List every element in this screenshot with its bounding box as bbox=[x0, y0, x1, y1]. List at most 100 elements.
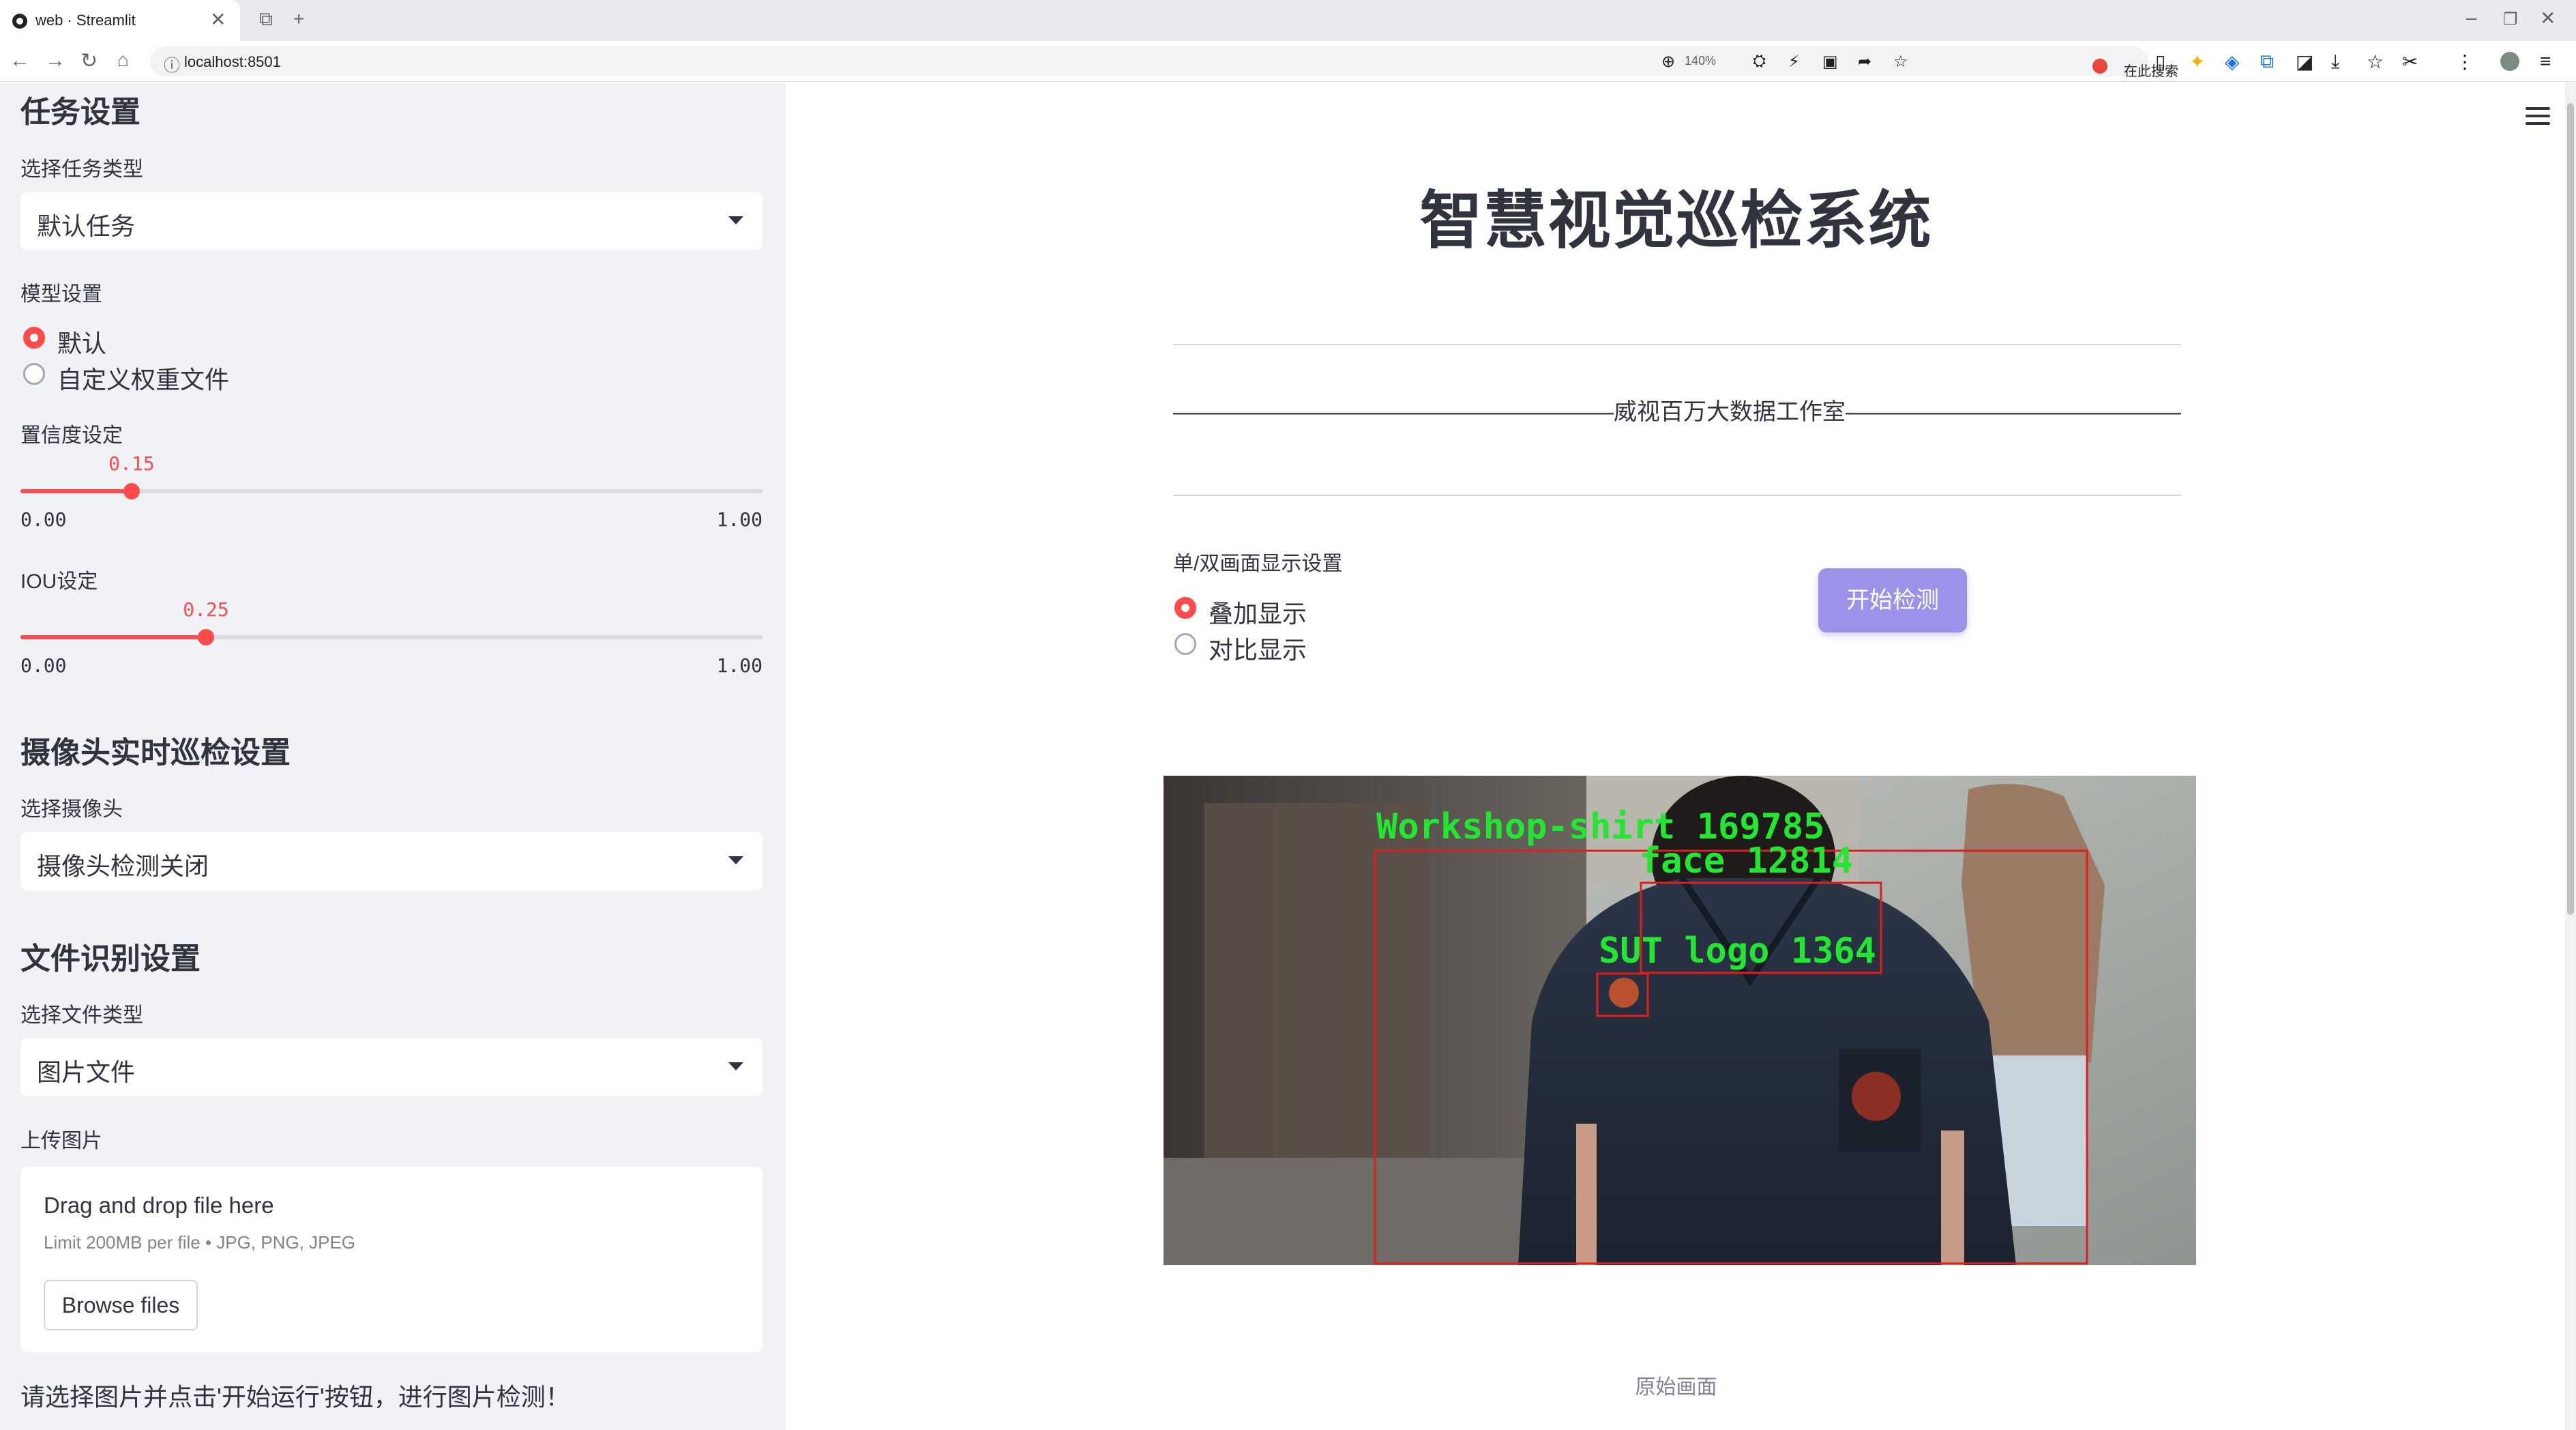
label-face: face 12814 bbox=[1640, 841, 1853, 881]
task-type-select[interactable]: 默认任务 bbox=[20, 192, 763, 250]
back-icon[interactable]: ← bbox=[10, 49, 30, 72]
slider-min: 0.00 bbox=[20, 654, 67, 677]
detection-frame-svg: Workshop-shirt 169785 face 12814 SUT log… bbox=[1164, 776, 2196, 1265]
label-sut-logo: SUT logo 1364 bbox=[1599, 931, 1876, 972]
profile-avatar-icon[interactable] bbox=[2500, 52, 2519, 71]
slider-thumb[interactable] bbox=[198, 629, 214, 645]
favorites-icon[interactable]: ☆ bbox=[2367, 50, 2384, 73]
camera-select[interactable]: 摄像头检测关闭 bbox=[20, 832, 763, 890]
extension-cube-icon[interactable]: ◈ bbox=[2225, 50, 2240, 73]
task-section-title: 任务设置 bbox=[20, 96, 140, 129]
info-icon[interactable]: ⓘ bbox=[164, 52, 180, 76]
close-tab-icon[interactable]: ✕ bbox=[210, 8, 226, 31]
sidebar: 任务设置 选择任务类型 默认任务 模型设置 默认 自定义权重文件 置信度设定 0… bbox=[0, 83, 786, 1430]
chevron-down-icon bbox=[728, 216, 743, 224]
start-detection-button[interactable]: 开始检测 bbox=[1818, 568, 1967, 632]
reload-icon[interactable]: ↻ bbox=[80, 49, 98, 73]
model-option-label: 自定义权重文件 bbox=[57, 366, 230, 394]
url-omnibox[interactable]: ⓘ localhost:8501 ⊕ 140% ⛭ ⚡ ▣ ➦ ☆ 在此搜索 bbox=[150, 46, 2178, 79]
tab-title: web · Streamlit bbox=[35, 12, 136, 29]
more-menu-icon[interactable]: ⋮ bbox=[2455, 50, 2474, 73]
share-icon[interactable]: ➦ bbox=[1858, 52, 1871, 72]
slider-thumb[interactable] bbox=[123, 483, 140, 499]
studio-subtitle: ———————————————————威视百万大数据工作室———————————… bbox=[1173, 399, 2181, 425]
detection-result-image: Workshop-shirt 169785 face 12814 SUT log… bbox=[1164, 776, 2196, 1265]
slider-fill bbox=[20, 635, 206, 639]
slider-fill bbox=[20, 489, 132, 493]
camera-section-title: 摄像头实时巡检设置 bbox=[20, 736, 291, 770]
task-type-value: 默认任务 bbox=[37, 212, 136, 240]
display-option-label: 对比显示 bbox=[1209, 636, 1307, 664]
minimize-icon[interactable]: – bbox=[2466, 7, 2477, 29]
display-mode-label: 单/双画面显示设置 bbox=[1173, 553, 1343, 575]
upload-label: 上传图片 bbox=[20, 1130, 102, 1152]
chevron-down-icon bbox=[728, 1062, 743, 1070]
restore-icon[interactable]: ❐ bbox=[2503, 10, 2518, 29]
instruction-note: 请选择图片并点击'开始运行'按钮，进行图片检测！ bbox=[20, 1383, 570, 1411]
model-option-label: 默认 bbox=[57, 330, 107, 358]
bookmark-star-icon[interactable]: ☆ bbox=[1893, 52, 1908, 72]
slider-max: 1.00 bbox=[716, 508, 763, 531]
translate-icon[interactable]: ⛭ bbox=[1753, 52, 1766, 71]
extension-dark-icon[interactable]: ◪ bbox=[2296, 50, 2313, 73]
dropzone-title: Drag and drop file here bbox=[44, 1193, 274, 1218]
file-type-select[interactable]: 图片文件 bbox=[20, 1038, 763, 1096]
person-arm-left bbox=[1576, 1124, 1597, 1265]
scrollbar-thumb[interactable] bbox=[2567, 103, 2574, 915]
camera-value: 摄像头检测关闭 bbox=[37, 852, 209, 880]
display-option-label: 叠加显示 bbox=[1209, 600, 1307, 628]
forward-icon[interactable]: → bbox=[45, 49, 65, 72]
lightning-icon[interactable]: ⚡ bbox=[1788, 52, 1800, 72]
extension-sparkle-icon[interactable]: ✦ bbox=[2189, 50, 2205, 73]
slider-value: 0.15 bbox=[108, 452, 155, 475]
download-icon[interactable]: ⤓ bbox=[2331, 50, 2339, 73]
browser-tab[interactable]: web · Streamlit ✕ bbox=[0, 0, 240, 41]
divider bbox=[1173, 495, 2181, 496]
tab-groups-icon[interactable]: ⧉ bbox=[259, 8, 273, 31]
image-caption: 原始画面 bbox=[1635, 1376, 1717, 1399]
person-arm-right bbox=[1941, 1130, 1964, 1265]
camera-label: 选择摄像头 bbox=[20, 798, 123, 821]
slider-max: 1.00 bbox=[716, 654, 763, 677]
radio-selected-icon bbox=[23, 327, 45, 349]
address-bar: ← → ↻ ⌂ ⓘ localhost:8501 ⊕ 140% ⛭ ⚡ ▣ ➦ … bbox=[0, 41, 2576, 82]
slider-min: 0.00 bbox=[20, 508, 67, 531]
slider-value: 0.25 bbox=[183, 598, 229, 621]
url-text[interactable]: localhost:8501 bbox=[184, 53, 281, 71]
dropzone-limit: Limit 200MB per file • JPG, PNG, JPEG bbox=[44, 1232, 356, 1253]
scissors-icon[interactable]: ✂ bbox=[2402, 50, 2418, 73]
screenshot-icon[interactable]: ▣ bbox=[1822, 52, 1838, 72]
file-section-title: 文件识别设置 bbox=[20, 942, 201, 976]
iou-label: IOU设定 bbox=[20, 570, 98, 593]
main-menu-icon[interactable] bbox=[2526, 107, 2550, 130]
streamlit-favicon-icon bbox=[12, 14, 27, 29]
radio-selected-icon bbox=[1174, 597, 1196, 619]
file-type-label: 选择文件类型 bbox=[20, 1004, 143, 1027]
close-window-icon[interactable]: ✕ bbox=[2540, 7, 2556, 29]
reading-mode-icon[interactable]: ▯ bbox=[2155, 50, 2165, 73]
sut-logo-patch bbox=[1609, 978, 1639, 1008]
search-engine-logo-icon bbox=[2092, 59, 2107, 74]
chevron-down-icon bbox=[728, 856, 743, 864]
pocket-logo bbox=[1852, 1072, 1901, 1121]
file-type-value: 图片文件 bbox=[37, 1058, 136, 1086]
browser-tab-bar: web · Streamlit ✕ ⧉ + – ❐ ✕ bbox=[0, 0, 2576, 41]
page-title: 智慧视觉巡检系统 bbox=[1419, 186, 1933, 256]
search-placeholder: 在此搜索 bbox=[2124, 64, 2178, 79]
zoom-level[interactable]: 140% bbox=[1685, 54, 1716, 68]
zoom-icon[interactable]: ⊕ bbox=[1661, 52, 1675, 72]
radio-unselected-icon bbox=[23, 363, 45, 385]
radio-unselected-icon bbox=[1174, 633, 1196, 655]
confidence-slider[interactable]: 0.15 0.00 1.00 bbox=[20, 452, 763, 531]
home-icon[interactable]: ⌂ bbox=[117, 49, 129, 71]
confidence-label: 置信度设定 bbox=[20, 424, 123, 447]
new-tab-icon[interactable]: + bbox=[293, 8, 304, 30]
machine-panel bbox=[1204, 803, 1430, 1158]
main-scrollbar[interactable] bbox=[2565, 83, 2576, 1430]
main-content: 智慧视觉巡检系统 ———————————————————威视百万大数据工作室——… bbox=[786, 83, 2576, 1430]
file-uploader-dropzone[interactable]: Drag and drop file here Limit 200MB per … bbox=[20, 1167, 763, 1352]
browser-menu-icon[interactable]: ≡ bbox=[2540, 50, 2551, 72]
browse-files-button[interactable]: Browse files bbox=[44, 1280, 198, 1330]
extension-translate-icon[interactable]: ⧉ bbox=[2260, 50, 2274, 73]
iou-slider[interactable]: 0.25 0.00 1.00 bbox=[20, 598, 763, 677]
